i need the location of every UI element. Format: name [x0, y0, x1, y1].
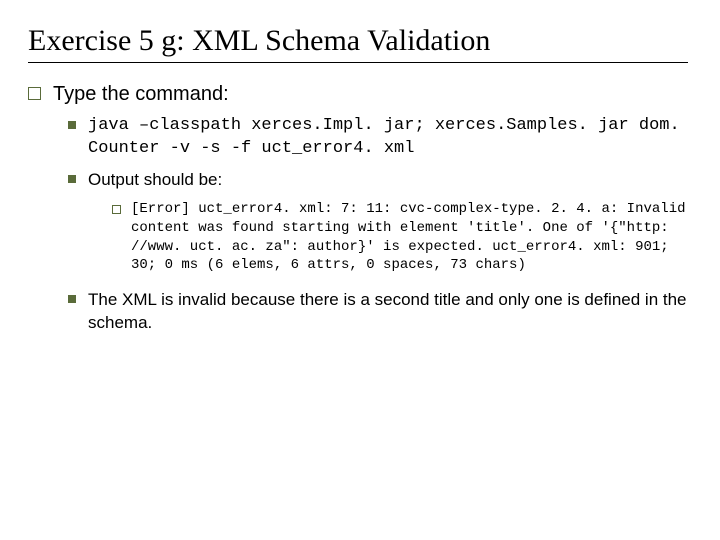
- bullet-solid-icon: [68, 175, 76, 183]
- bullet-l2-command: java –classpath xerces.Impl. jar; xerces…: [68, 115, 692, 161]
- command-text: java –classpath xerces.Impl. jar; xerces…: [88, 115, 692, 161]
- bullet-hollow-small-icon: [112, 205, 121, 214]
- l1-text: Type the command:: [53, 81, 229, 107]
- bullet-l1: Type the command:: [28, 81, 692, 107]
- bullet-l2-explain: The XML is invalid because there is a se…: [68, 289, 692, 335]
- explain-text: The XML is invalid because there is a se…: [88, 289, 692, 335]
- output-text: [Error] uct_error4. xml: 7: 11: cvc-comp…: [131, 200, 691, 276]
- bullet-solid-icon: [68, 121, 76, 129]
- slide-title: Exercise 5 g: XML Schema Validation: [28, 24, 692, 58]
- bullet-hollow-icon: [28, 87, 41, 100]
- title-underline: [28, 62, 688, 63]
- bullet-solid-icon: [68, 295, 76, 303]
- bullet-l2-output-label: Output should be:: [68, 169, 692, 192]
- output-label: Output should be:: [88, 169, 222, 192]
- bullet-l3-output: [Error] uct_error4. xml: 7: 11: cvc-comp…: [112, 200, 692, 276]
